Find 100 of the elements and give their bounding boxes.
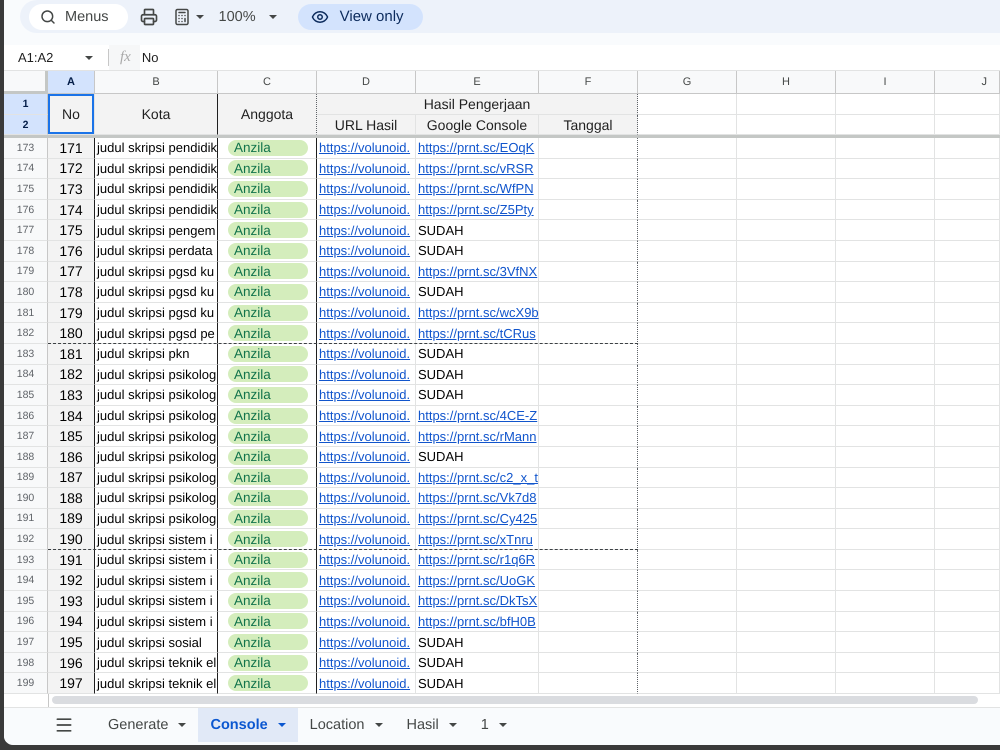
row-header[interactable]: 187 bbox=[4, 426, 48, 447]
table-cell: 190 bbox=[48, 529, 95, 550]
url-link[interactable]: https://volunoid. bbox=[319, 470, 410, 485]
url-link[interactable]: https://volunoid. bbox=[319, 160, 410, 176]
sheet-tab[interactable]: 1 bbox=[468, 708, 519, 742]
url-link[interactable]: https://volunoid. bbox=[319, 140, 410, 156]
url-link[interactable]: https://volunoid. bbox=[319, 676, 410, 691]
row-header[interactable]: 186 bbox=[4, 406, 48, 426]
url-link[interactable]: https://volunoid. bbox=[319, 326, 410, 341]
row-header[interactable]: 181 bbox=[4, 302, 48, 324]
url-link[interactable]: https://volunoid. bbox=[319, 181, 410, 196]
table-cell: SUDAH bbox=[416, 385, 539, 406]
column-header[interactable]: G bbox=[638, 71, 737, 94]
url-link[interactable]: https://prnt.sc/bfH0B bbox=[418, 614, 536, 629]
url-link[interactable]: https://prnt.sc/tCRus bbox=[418, 326, 536, 341]
column-header[interactable]: H bbox=[737, 71, 836, 94]
row-header[interactable]: 195 bbox=[4, 591, 48, 612]
url-link[interactable]: https://volunoid. bbox=[319, 366, 410, 382]
url-link[interactable]: https://prnt.sc/Z5Pty bbox=[418, 202, 534, 218]
row-header[interactable]: 179 bbox=[4, 262, 48, 282]
url-link[interactable]: https://volunoid. bbox=[319, 428, 410, 444]
row-header[interactable]: 189 bbox=[4, 468, 48, 488]
url-link[interactable]: https://volunoid. bbox=[319, 305, 410, 320]
sheet-tab[interactable]: Location bbox=[298, 708, 394, 742]
url-link[interactable]: https://volunoid. bbox=[319, 634, 410, 650]
table-cell: judul skripsi pgsd pe bbox=[95, 323, 218, 344]
url-link[interactable]: https://volunoid. bbox=[319, 387, 410, 402]
url-link[interactable]: https://prnt.sc/3VfNX bbox=[418, 264, 538, 279]
sheet-tab[interactable]: Console bbox=[198, 708, 298, 742]
row-header[interactable]: 196 bbox=[4, 612, 48, 632]
url-link[interactable]: https://volunoid. bbox=[319, 284, 410, 300]
row-header[interactable]: 175 bbox=[4, 179, 48, 200]
url-link[interactable]: https://prnt.sc/wcX9b bbox=[418, 305, 539, 320]
url-link[interactable]: https://volunoid. bbox=[319, 346, 410, 362]
url-link[interactable]: https://prnt.sc/WfPN bbox=[418, 181, 534, 196]
row-header[interactable]: 180 bbox=[4, 282, 48, 303]
row-header[interactable]: 191 bbox=[4, 508, 48, 530]
column-header[interactable]: B bbox=[95, 71, 218, 94]
url-link[interactable]: https://volunoid. bbox=[319, 593, 410, 608]
row-header[interactable]: 178 bbox=[4, 240, 48, 262]
row-header[interactable]: 177 bbox=[4, 220, 48, 241]
row-header[interactable]: 197 bbox=[4, 632, 48, 653]
row-header[interactable]: 194 bbox=[4, 570, 48, 592]
zoom-dropdown[interactable]: 100% bbox=[216, 4, 280, 30]
url-link[interactable]: https://volunoid. bbox=[319, 408, 410, 424]
name-box[interactable]: A1:A2 bbox=[4, 45, 100, 70]
url-link[interactable]: https://volunoid. bbox=[319, 552, 410, 568]
url-link[interactable]: https://prnt.sc/EOqK bbox=[418, 140, 534, 156]
column-header[interactable]: C bbox=[218, 71, 317, 94]
url-link[interactable]: https://volunoid. bbox=[319, 655, 410, 670]
url-link[interactable]: https://prnt.sc/Vk7d8 bbox=[418, 490, 537, 506]
url-link[interactable]: https://prnt.sc/c2_x_t bbox=[418, 470, 538, 485]
row-header[interactable]: 199 bbox=[4, 673, 48, 694]
column-header[interactable]: F bbox=[539, 71, 638, 94]
url-link[interactable]: https://prnt.sc/vRSR bbox=[418, 160, 534, 176]
url-link[interactable]: https://prnt.sc/UoGK bbox=[418, 572, 536, 588]
row-header[interactable]: 193 bbox=[4, 550, 48, 570]
table-cell: judul skripsi psikolog bbox=[95, 468, 218, 488]
column-header[interactable]: D bbox=[317, 71, 416, 94]
url-link[interactable]: https://volunoid. bbox=[319, 572, 410, 588]
url-link[interactable]: https://prnt.sc/r1q6R bbox=[418, 552, 536, 568]
row-header[interactable]: 190 bbox=[4, 488, 48, 509]
url-link[interactable]: https://prnt.sc/xTnru bbox=[418, 532, 533, 547]
row-header[interactable]: 1 bbox=[4, 94, 48, 115]
url-link[interactable]: https://volunoid. bbox=[319, 614, 410, 629]
url-link[interactable]: https://volunoid. bbox=[319, 510, 410, 526]
member-chip: Anzila bbox=[228, 325, 308, 342]
url-link[interactable]: https://volunoid. bbox=[319, 202, 410, 218]
row-header[interactable]: 176 bbox=[4, 200, 48, 220]
row-header[interactable]: 2 bbox=[4, 115, 48, 135]
sheet-tab[interactable]: Generate bbox=[96, 708, 198, 742]
row-header[interactable]: 173 bbox=[4, 138, 48, 159]
menus-search-button[interactable]: Menus bbox=[29, 4, 128, 30]
url-link[interactable]: https://volunoid. bbox=[319, 264, 410, 279]
url-link[interactable]: https://prnt.sc/rMann bbox=[418, 428, 536, 444]
row-header[interactable]: 183 bbox=[4, 344, 48, 365]
view-only-button[interactable]: View only bbox=[298, 4, 423, 30]
url-link[interactable]: https://volunoid. bbox=[319, 222, 410, 238]
row-header[interactable]: 184 bbox=[4, 364, 48, 386]
url-link[interactable]: https://volunoid. bbox=[319, 243, 410, 258]
row-header[interactable]: 198 bbox=[4, 652, 48, 674]
column-header[interactable]: J bbox=[935, 71, 1000, 94]
scrollbar-thumb[interactable] bbox=[52, 696, 978, 704]
url-link[interactable]: https://volunoid. bbox=[319, 532, 410, 547]
row-header[interactable]: 174 bbox=[4, 158, 48, 180]
sheet-tab[interactable]: Hasil bbox=[394, 708, 469, 742]
row-header[interactable]: 185 bbox=[4, 385, 48, 406]
url-link[interactable]: https://prnt.sc/DkTsX bbox=[418, 593, 538, 608]
url-link[interactable]: https://volunoid. bbox=[319, 490, 410, 506]
row-header[interactable]: 192 bbox=[4, 529, 48, 550]
url-link[interactable]: https://prnt.sc/4CE-Z bbox=[418, 408, 538, 424]
formula-field[interactable]: No bbox=[140, 45, 1000, 70]
table-cell: judul skripsi pendidik bbox=[95, 158, 218, 180]
url-link[interactable]: https://volunoid. bbox=[319, 449, 410, 464]
column-header[interactable]: I bbox=[836, 71, 935, 94]
column-header[interactable]: A bbox=[48, 71, 95, 94]
row-header[interactable]: 188 bbox=[4, 446, 48, 468]
row-header[interactable]: 182 bbox=[4, 323, 48, 344]
url-link[interactable]: https://prnt.sc/Cy425 bbox=[418, 510, 538, 526]
column-header[interactable]: E bbox=[416, 71, 539, 94]
